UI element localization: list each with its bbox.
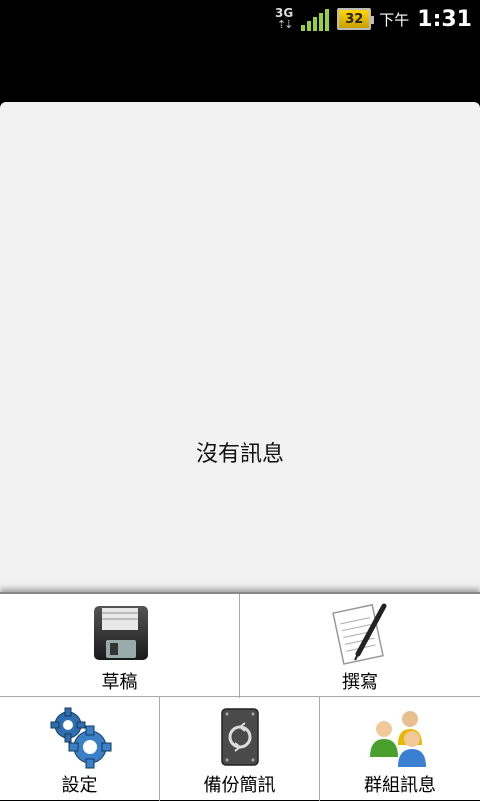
group-message-label: 群組訊息	[364, 775, 436, 796]
message-list-panel: 沒有訊息	[0, 102, 480, 600]
group-people-icon	[370, 711, 426, 767]
battery-icon: 32	[337, 8, 375, 30]
backup-sd-card-icon	[220, 708, 259, 766]
battery-level: 32	[345, 11, 364, 27]
notepad-pen-icon	[332, 603, 387, 665]
clock-time: 1:31	[417, 6, 472, 32]
clock-ampm: 下午	[379, 10, 410, 29]
empty-message-text: 沒有訊息	[195, 442, 284, 467]
data-activity-icon: ⇡⇣	[276, 18, 294, 31]
settings-label: 設定	[61, 775, 98, 796]
settings-menu-item[interactable]: 設定	[0, 697, 160, 801]
floppy-disk-icon	[93, 606, 148, 660]
options-menu: 草稿 撰寫 設定 備份簡訊 群組訊息	[0, 592, 480, 801]
backup-sms-label: 備份簡訊	[203, 775, 276, 796]
drafts-menu-item[interactable]: 草稿	[0, 594, 240, 698]
compose-label: 撰寫	[342, 672, 378, 693]
group-message-menu-item[interactable]: 群組訊息	[320, 697, 480, 801]
drafts-label: 草稿	[101, 672, 138, 693]
gears-icon	[50, 707, 111, 769]
backup-sms-menu-item[interactable]: 備份簡訊	[160, 697, 320, 801]
network-type-indicator: 3G ⇡⇣	[275, 7, 293, 31]
signal-strength-icon	[301, 7, 330, 31]
status-bar: 3G ⇡⇣ 32 下午 1:31	[0, 0, 480, 38]
compose-menu-item[interactable]: 撰寫	[240, 594, 480, 698]
